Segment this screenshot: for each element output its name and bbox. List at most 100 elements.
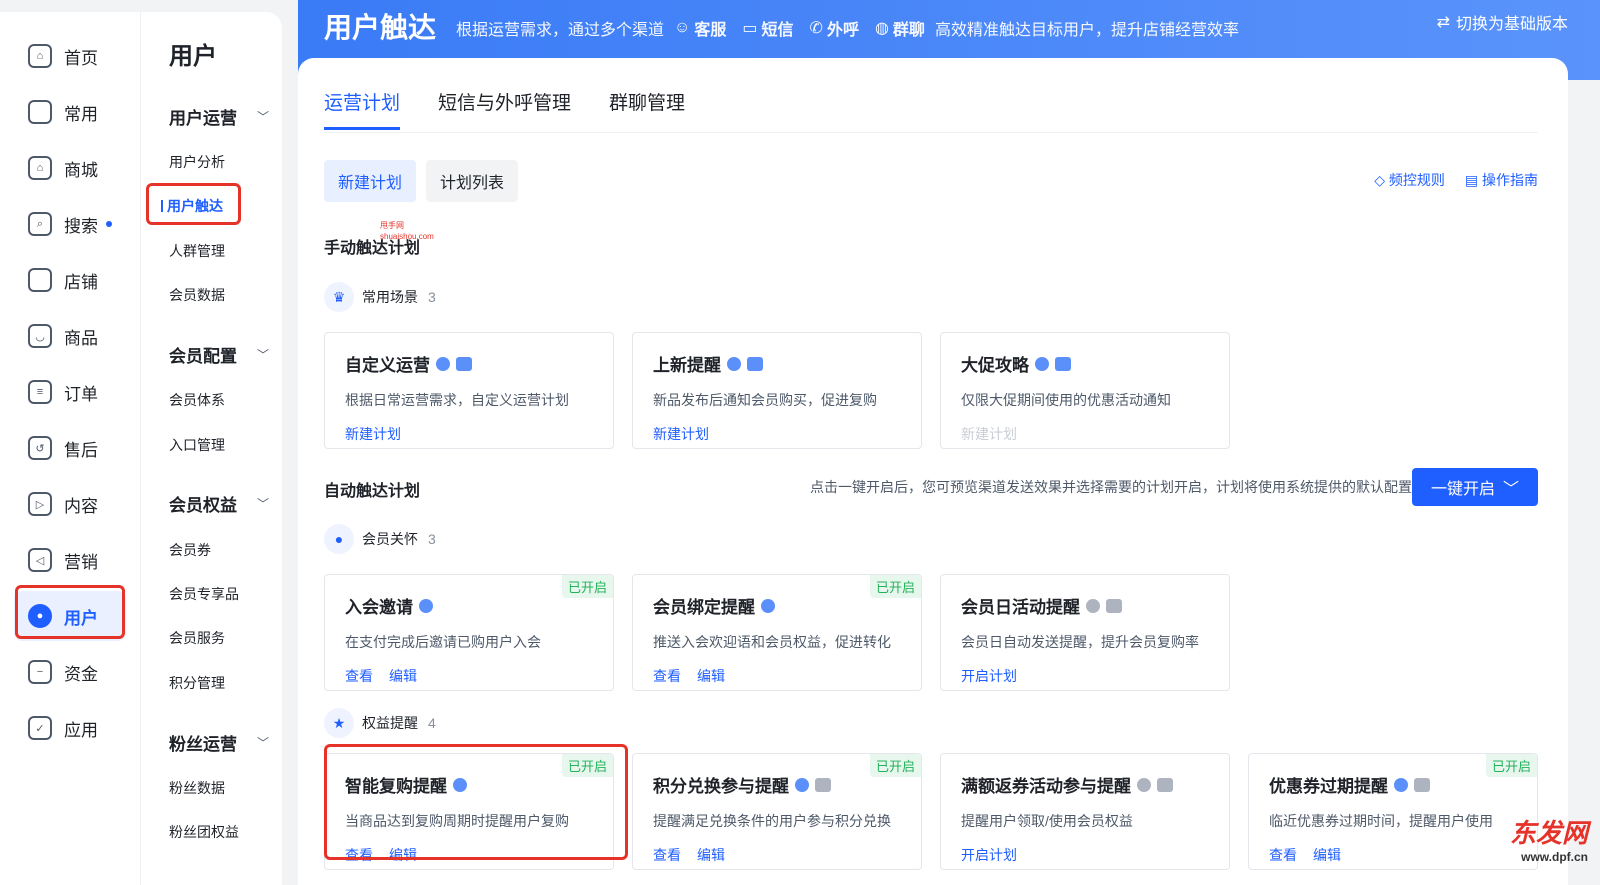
channel-call: ✆ 外呼 xyxy=(809,20,859,39)
status-badge: 已开启 xyxy=(869,754,921,777)
nav-content[interactable]: ▷ 内容 xyxy=(28,484,124,524)
chat-icon: ▭ xyxy=(742,20,758,37)
edit-link[interactable]: 编辑 xyxy=(697,845,725,865)
tab-group-chat[interactable]: 群聊管理 xyxy=(609,88,685,130)
content-icon: ▷ xyxy=(28,492,52,516)
nav-shop[interactable]: 店铺 xyxy=(28,260,124,300)
new-plan-link-disabled: 新建计划 xyxy=(961,426,1017,442)
auto-section-title: 自动触达计划 xyxy=(324,483,421,500)
sub-user-analysis[interactable]: 用户分析 xyxy=(169,152,225,172)
folder-icon xyxy=(28,100,52,124)
highlight-box-smart-repurchase xyxy=(324,744,628,860)
sub-member-coupon[interactable]: 会员券 xyxy=(169,540,211,560)
sub-member-goods[interactable]: 会员专享品 xyxy=(169,584,239,604)
group-member-config[interactable]: 会员配置 ﹀ xyxy=(169,342,269,367)
edit-link[interactable]: 编辑 xyxy=(697,666,725,686)
nav-search[interactable]: ⌕ 搜索 xyxy=(28,204,124,244)
divider xyxy=(324,132,1538,133)
enable-plan-link[interactable]: 开启计划 xyxy=(961,845,1017,865)
card-full-return-coupon[interactable]: 满额返券活动参与提醒 提醒用户领取/使用会员权益 开启计划 xyxy=(940,753,1230,870)
switch-version-button[interactable]: ⇄ 切换为基础版本 xyxy=(1437,10,1568,34)
user-icon: ● xyxy=(324,524,354,554)
tab-bar: 运营计划 短信与外呼管理 群聊管理 xyxy=(324,88,685,130)
card-custom-ops[interactable]: 自定义运营 根据日常运营需求，自定义运营计划 新建计划 xyxy=(324,332,614,449)
seg-plan-list[interactable]: 计划列表 xyxy=(426,160,519,202)
enable-plan-link[interactable]: 开启计划 xyxy=(961,666,1017,686)
megaphone-icon: ◁ xyxy=(28,548,52,572)
view-link[interactable]: 查看 xyxy=(345,666,373,686)
card-points-exchange[interactable]: 已开启 积分兑换参与提醒 提醒满足兑换条件的用户参与积分兑换 查看 编辑 xyxy=(632,753,922,870)
new-plan-link[interactable]: 新建计划 xyxy=(345,424,401,444)
sub-fans-rights[interactable]: 粉丝团权益 xyxy=(169,822,239,842)
chevron-down-icon: ﹀ xyxy=(1503,481,1520,498)
banner-description: 根据运营需求，通过多个渠道 ☺ 客服 ▭ 短信 ✆ 外呼 ◍ 群聊 高效精准触达目标用户… xyxy=(456,16,1239,40)
view-link[interactable]: 查看 xyxy=(1269,845,1297,865)
sub-member-data[interactable]: 会员数据 xyxy=(169,285,225,305)
category-common: ♛ 常用场景 3 xyxy=(324,282,436,312)
sms-icon xyxy=(747,356,763,371)
sub-fans-data[interactable]: 粉丝数据 xyxy=(169,778,225,798)
corner-logo-watermark: 东发网 www.dpf.cn xyxy=(1509,818,1588,864)
store-icon: ⌂ xyxy=(28,156,52,180)
edit-link[interactable]: 编辑 xyxy=(389,666,417,686)
chevron-down-icon: ﹀ xyxy=(256,497,269,511)
nav-funds[interactable]: − 资金 xyxy=(28,652,124,692)
seg-new-plan[interactable]: 新建计划 xyxy=(324,160,417,202)
tab-sms-call[interactable]: 短信与外呼管理 xyxy=(438,88,571,130)
card-big-promo[interactable]: 大促攻略 仅限大促期间使用的优惠活动通知 新建计划 xyxy=(940,332,1230,449)
switch-icon: ⇄ xyxy=(1436,14,1450,31)
group-member-rights[interactable]: 会员权益 ﹀ xyxy=(169,491,269,516)
sub-member-service[interactable]: 会员服务 xyxy=(169,628,225,648)
card-member-day[interactable]: 会员日活动提醒 会员日自动发送提醒，提升会员复购率 开启计划 xyxy=(940,574,1230,691)
sms-icon xyxy=(1157,777,1173,792)
channel-group: ◍ 群聊 xyxy=(874,20,925,39)
nav-common[interactable]: 常用 xyxy=(28,92,124,132)
watermark: 甩手网 shuaishou.com xyxy=(380,221,434,242)
group-fans-ops[interactable]: 粉丝运营 ﹀ xyxy=(169,730,269,755)
sub-crowd-manage[interactable]: 人群管理 xyxy=(169,241,225,261)
new-plan-link[interactable]: 新建计划 xyxy=(653,424,709,444)
status-badge: 已开启 xyxy=(1485,754,1537,777)
service-icon xyxy=(1137,777,1151,792)
status-badge: 已开启 xyxy=(561,575,613,598)
card-member-bind[interactable]: 已开启 会员绑定提醒 推送入会欢迎语和会员权益，促进转化 查看 编辑 xyxy=(632,574,922,691)
view-link[interactable]: 查看 xyxy=(653,666,681,686)
nav-mall[interactable]: ⌂ 商城 xyxy=(28,148,124,188)
home-icon: ⌂ xyxy=(28,44,52,68)
chevron-down-icon: ﹀ xyxy=(256,110,269,124)
nav-aftersale[interactable]: ↺ 售后 xyxy=(28,428,124,468)
sms-icon xyxy=(1055,356,1071,371)
shop-icon xyxy=(28,268,52,292)
service-icon xyxy=(1035,356,1049,371)
sub-entry-manage[interactable]: 入口管理 xyxy=(169,435,225,455)
service-icon xyxy=(436,356,450,371)
banner-title: 用户触达 xyxy=(324,12,437,43)
service-icon xyxy=(419,598,433,613)
freq-rules-link[interactable]: ◇ 频控规则 xyxy=(1374,170,1445,190)
nav-goods[interactable]: ◡ 商品 xyxy=(28,316,124,356)
help-links: ◇ 频控规则 ▤ 操作指南 xyxy=(1374,170,1538,190)
card-new-arrival[interactable]: 上新提醒 新品发布后通知会员购买，促进复购 新建计划 xyxy=(632,332,922,449)
highlight-box-user-reach xyxy=(146,183,241,225)
badge-icon: ★ xyxy=(324,708,354,738)
edit-link[interactable]: 编辑 xyxy=(1313,845,1341,865)
phone-icon: ✆ xyxy=(809,20,823,37)
nav-home[interactable]: ⌂ 首页 xyxy=(28,36,124,76)
group-user-ops[interactable]: 用户运营 ﹀ xyxy=(169,104,269,129)
sms-icon xyxy=(1414,777,1430,792)
nav-orders[interactable]: ≡ 订单 xyxy=(28,372,124,412)
nav-marketing[interactable]: ◁ 营销 xyxy=(28,540,124,580)
main-nav-rail: ⌂ 首页 常用 ⌂ 商城 ⌕ 搜索 店铺 ◡ 商品 ≡ 订单 ↺ 售后 ▷ 内容 ◁ 营销 ● 用… xyxy=(0,12,140,885)
guide-link[interactable]: ▤ 操作指南 xyxy=(1465,170,1538,190)
notification-dot xyxy=(106,221,112,227)
card-join-invite[interactable]: 已开启 入会邀请 在支付完成后邀请已购用户入会 查看 编辑 xyxy=(324,574,614,691)
service-icon xyxy=(761,598,775,613)
view-link[interactable]: 查看 xyxy=(653,845,681,865)
sub-points-manage[interactable]: 积分管理 xyxy=(169,673,225,693)
medal-icon: ♛ xyxy=(324,282,354,312)
nav-apps[interactable]: ✓ 应用 xyxy=(28,708,124,748)
sub-member-system[interactable]: 会员体系 xyxy=(169,390,225,410)
one-click-enable-button[interactable]: 一键开启 ﹀ xyxy=(1412,468,1538,506)
tab-ops-plan[interactable]: 运营计划 xyxy=(324,88,401,130)
channel-sms: ▭ 短信 xyxy=(742,20,794,39)
